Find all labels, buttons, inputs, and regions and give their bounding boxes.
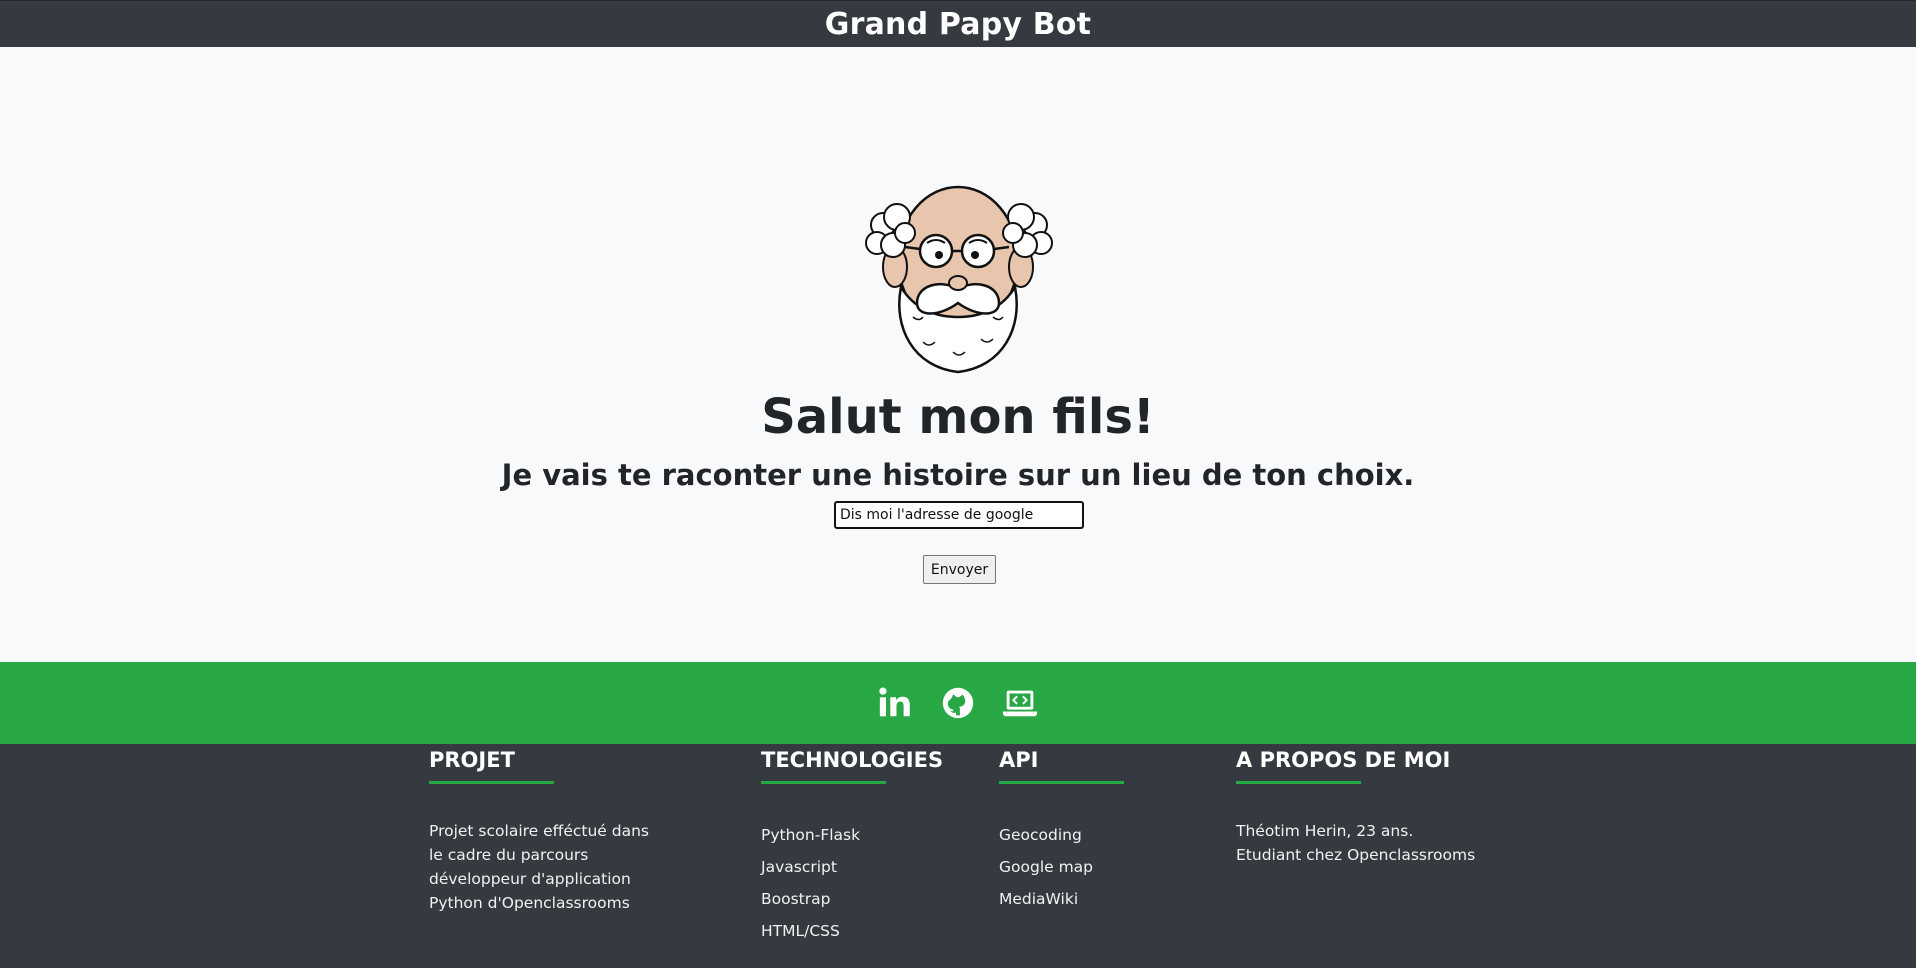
heading-underline: [761, 781, 886, 784]
heading-underline: [429, 781, 554, 784]
top-navbar: Grand Papy Bot: [0, 0, 1916, 47]
grandpa-face-icon: [853, 167, 1063, 377]
social-bar: [0, 662, 1916, 744]
laptop-code-icon[interactable]: [1001, 684, 1039, 722]
brand-title: Grand Papy Bot: [824, 6, 1092, 42]
footer-project-text: Projet scolaire efféctué dans le cadre d…: [429, 822, 649, 912]
hero-title: Salut mon fils!: [761, 389, 1155, 445]
heading-underline: [1236, 781, 1361, 784]
footer-about-text: Théotim Herin, 23 ans. Etudiant chez Ope…: [1236, 822, 1476, 864]
main-section: Salut mon fils! Je vais te raconter une …: [0, 47, 1916, 662]
technologies-list: Python-Flask Javascript Boostrap HTML/CS…: [761, 819, 961, 947]
list-item: Boostrap: [761, 890, 831, 908]
footer-project-column: PROJET Projet scolaire efféctué dans le …: [429, 744, 659, 915]
list-item: Javascript: [761, 858, 837, 876]
footer-technologies-heading: TECHNOLOGIES: [761, 748, 944, 772]
api-list: Geocoding Google map MediaWiki: [999, 819, 1199, 915]
github-icon[interactable]: [939, 684, 977, 722]
list-item: Python-Flask: [761, 826, 861, 844]
list-item: HTML/CSS: [761, 922, 840, 940]
footer-about-heading: A PROPOS DE MOI: [1236, 748, 1451, 772]
question-input[interactable]: [834, 501, 1084, 529]
heading-underline: [999, 781, 1124, 784]
list-item: MediaWiki: [999, 890, 1079, 908]
list-item: Geocoding: [999, 826, 1082, 844]
footer-about-column: A PROPOS DE MOI Théotim Herin, 23 ans. E…: [1236, 744, 1476, 867]
hero-subtitle: Je vais te raconter une histoire sur un …: [501, 458, 1415, 492]
footer-project-heading: PROJET: [429, 748, 515, 772]
footer-api-column: API Geocoding Google map MediaWiki: [999, 744, 1199, 915]
footer-technologies-column: TECHNOLOGIES Python-Flask Javascript Boo…: [761, 744, 961, 947]
site-footer: PROJET Projet scolaire efféctué dans le …: [0, 744, 1916, 968]
linkedin-icon[interactable]: [877, 684, 915, 722]
list-item: Google map: [999, 858, 1094, 876]
footer-api-heading: API: [999, 748, 1039, 772]
send-button[interactable]: Envoyer: [923, 555, 996, 584]
